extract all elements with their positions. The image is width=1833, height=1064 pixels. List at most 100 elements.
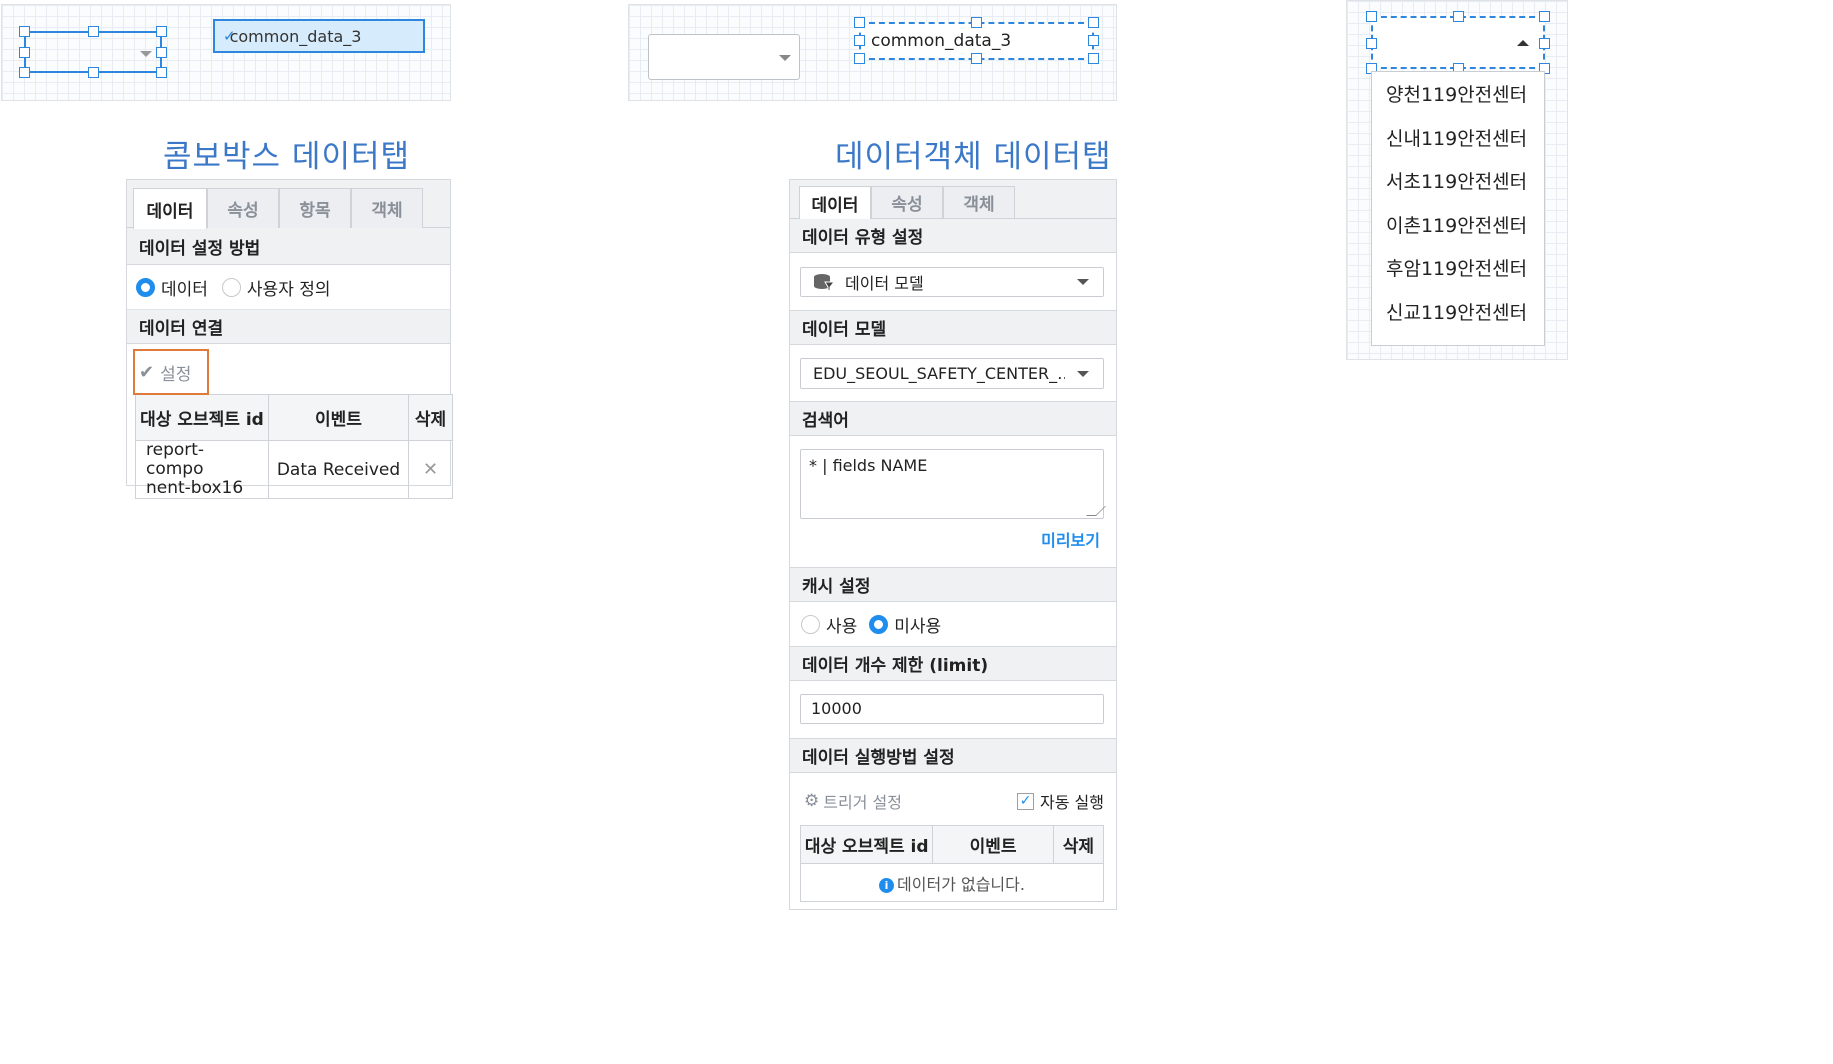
resize-handle[interactable]: [1088, 53, 1099, 64]
data-link-header: 데이터 연결: [127, 309, 450, 344]
column-header-target: 대상 오브젝트 id: [799, 825, 934, 864]
setting-button-label: 설정: [160, 364, 192, 385]
dropdown-item[interactable]: 종로119안전센터: [1372, 333, 1544, 345]
resize-handle[interactable]: [1539, 38, 1550, 49]
left-canvas: ✓ common_data_3: [1, 4, 451, 101]
data-setting-method-header: 데이터 설정 방법: [127, 228, 450, 265]
dropdown-item[interactable]: 후암119안전센터: [1372, 246, 1544, 290]
resize-handle[interactable]: [88, 26, 99, 37]
execution-toolbar: ⚙ 트리거 설정 ✓ 자동 실행: [790, 773, 1116, 825]
limit-row: 10000: [790, 681, 1116, 738]
empty-row: i 데이터가 없습니다.: [800, 863, 1104, 902]
resize-handle[interactable]: [854, 53, 865, 64]
chevron-down-icon: [779, 55, 791, 61]
resize-handle[interactable]: [19, 47, 30, 58]
section-title-data-object: 데이터객체 데이터탭: [835, 139, 1112, 175]
radio-cache-use[interactable]: [801, 614, 820, 634]
resize-handle[interactable]: [1453, 11, 1464, 22]
data-model-select[interactable]: EDU_SEOUL_SAFETY_CENTER_…: [800, 358, 1104, 389]
resize-handle[interactable]: [1366, 11, 1377, 22]
resize-handle[interactable]: [1539, 11, 1550, 22]
dropdown-item[interactable]: 이촌119안전센터: [1372, 203, 1544, 247]
checkbox-checked-icon: ✓: [1017, 792, 1035, 810]
trigger-setting-button[interactable]: ⚙ 트리거 설정: [804, 789, 902, 813]
data-model-row: EDU_SEOUL_SAFETY_CENTER_…: [790, 345, 1116, 401]
dropdown-item[interactable]: 양천119안전센터: [1372, 72, 1544, 116]
dropdown-item[interactable]: 신교119안전센터: [1372, 290, 1544, 334]
data-type-select[interactable]: 데이터 모델: [800, 267, 1104, 297]
radio-data[interactable]: [136, 277, 155, 297]
middle-canvas: common_data_3: [628, 4, 1117, 101]
tab-object[interactable]: 객체: [351, 188, 423, 228]
tab-items[interactable]: 항목: [279, 188, 351, 228]
resize-grip-icon[interactable]: [1086, 506, 1106, 516]
radio-custom[interactable]: [221, 277, 241, 297]
auto-run-checkbox[interactable]: ✓ 자동 실행: [1017, 789, 1104, 813]
combobox-data-panel: 데이터 속성 항목 객체 데이터 설정 방법 데이터 사용자 정의 데이터 연결…: [126, 179, 453, 499]
dropdown-item[interactable]: 신내119안전센터: [1372, 116, 1544, 160]
column-header-event: 이벤트: [268, 394, 409, 441]
delete-icon[interactable]: ✕: [408, 440, 453, 499]
radio-custom-label: 사용자 정의: [246, 279, 331, 300]
resize-handle[interactable]: [1088, 35, 1099, 46]
resize-handle[interactable]: [156, 47, 167, 58]
cell-target: report-compo nent-box16: [135, 440, 269, 499]
search-query: * | fields NAME: [809, 456, 928, 475]
column-header-delete: 삭제: [408, 394, 453, 441]
execution-header: 데이터 실행방법 설정: [790, 738, 1116, 773]
resize-handle[interactable]: [971, 17, 982, 28]
resize-handle[interactable]: [1366, 38, 1377, 49]
empty-cell: i 데이터가 없습니다.: [800, 863, 1104, 902]
resize-handle[interactable]: [854, 17, 865, 28]
tab-object[interactable]: 객체: [943, 186, 1015, 218]
limit-input[interactable]: 10000: [800, 694, 1104, 724]
execution-table-wrap: 대상 오브젝트 id 이벤트 삭제 i 데이터가 없습니다.: [790, 825, 1116, 902]
search-header: 검색어: [790, 401, 1116, 436]
resize-handle[interactable]: [88, 67, 99, 78]
data-object-label: common_data_3: [229, 26, 362, 46]
check-icon: ✔: [139, 361, 155, 383]
setting-button[interactable]: ✔ 설정: [133, 349, 209, 395]
radio-cache-unused-label: 미사용: [894, 616, 942, 637]
combobox-widget-open[interactable]: [1371, 16, 1545, 69]
chevron-down-icon: [140, 51, 152, 57]
cache-header: 캐시 설정: [790, 567, 1116, 602]
database-icon: [813, 273, 836, 292]
data-object-widget[interactable]: ✓ common_data_3: [213, 19, 425, 53]
data-model-value: EDU_SEOUL_SAFETY_CENTER_…: [813, 364, 1065, 383]
resize-handle[interactable]: [971, 53, 982, 64]
info-icon: i: [879, 877, 895, 893]
resize-handle[interactable]: [156, 67, 167, 78]
resize-handle[interactable]: [854, 35, 865, 46]
data-setting-method-options: 데이터 사용자 정의: [127, 265, 450, 309]
tab-properties[interactable]: 속성: [207, 188, 279, 228]
tab-data[interactable]: 데이터: [799, 186, 871, 219]
data-type-row: 데이터 모델: [790, 253, 1116, 310]
auto-run-label: 자동 실행: [1040, 793, 1104, 812]
resize-handle[interactable]: [1088, 17, 1099, 28]
tab-data[interactable]: 데이터: [133, 188, 207, 229]
resize-handle[interactable]: [19, 67, 30, 78]
data-link-table: 대상 오브젝트 id 이벤트 삭제 report-compo nent-box1…: [135, 394, 453, 499]
search-textarea[interactable]: * | fields NAME: [800, 449, 1106, 519]
column-header-delete: 삭제: [1052, 825, 1105, 864]
cell-event: Data Received: [268, 440, 409, 499]
radio-cache-use-label: 사용: [826, 616, 858, 637]
column-header-target: 대상 오브젝트 id: [135, 394, 269, 441]
tab-properties[interactable]: 속성: [871, 186, 943, 218]
preview-link[interactable]: 미리보기: [1041, 527, 1100, 551]
radio-cache-unused[interactable]: [869, 614, 889, 634]
right-canvas: 양천119안전센터 신내119안전센터 서초119안전센터 이촌119안전센터 …: [1346, 0, 1568, 360]
dropdown-list[interactable]: 양천119안전센터 신내119안전센터 서초119안전센터 이촌119안전센터 …: [1371, 71, 1545, 346]
combobox-widget[interactable]: [648, 34, 800, 80]
data-object-label: common_data_3: [871, 31, 1012, 51]
resize-handle[interactable]: [156, 26, 167, 37]
trigger-setting-label: 트리거 설정: [823, 793, 902, 812]
section-title-combobox: 콤보박스 데이터탭: [163, 139, 411, 175]
empty-message: 데이터가 없습니다.: [897, 874, 1025, 894]
chevron-up-icon: [1517, 40, 1529, 46]
table-row[interactable]: report-compo nent-box16 Data Received ✕: [135, 440, 453, 499]
resize-handle[interactable]: [19, 26, 30, 37]
dropdown-item[interactable]: 서초119안전센터: [1372, 159, 1544, 203]
data-object-data-panel: 데이터 속성 객체 데이터 유형 설정 데이터 모델 데이터 모델 EDU_SE…: [789, 179, 1117, 910]
